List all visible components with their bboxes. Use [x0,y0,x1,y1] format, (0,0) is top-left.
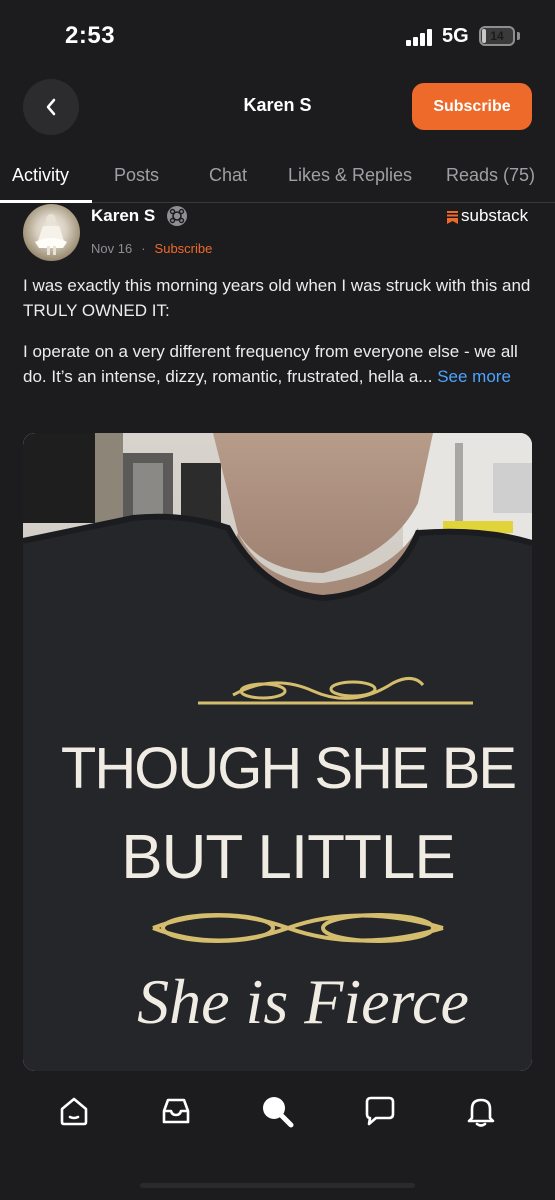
inbox-icon[interactable] [159,1094,193,1128]
status-time: 2:53 [65,22,116,49]
bottom-nav [0,1072,555,1200]
substack-brand: substack [447,206,528,226]
post-author[interactable]: Karen S [91,206,155,226]
tab-activity[interactable]: Activity [12,165,69,186]
home-indicator [140,1183,415,1188]
tab-chat[interactable]: Chat [209,165,247,186]
tab-reads[interactable]: Reads (75) [446,165,535,186]
subscribe-button[interactable]: Subscribe [412,83,532,130]
search-icon[interactable] [260,1094,294,1128]
bell-icon[interactable] [464,1094,498,1128]
chevron-left-icon [46,98,56,116]
avatar-image [35,214,67,255]
shirt-text-line3: She is Fierce [137,966,469,1037]
post-image[interactable]: THOUGH SHE BE BUT LITTLE She is Fierce [23,433,532,1071]
back-button[interactable] [23,79,79,135]
meta-separator: · [141,241,146,256]
signal-icon [406,28,436,46]
battery-level: 14 [490,29,504,43]
network-type: 5G [442,25,469,47]
post-date: Nov 16 [91,241,133,256]
status-bar: 2:53 5G 14 [0,0,555,70]
brand-name: substack [461,206,529,225]
post-paragraph-1: I was exactly this morning years old whe… [23,276,531,320]
post-meta: Nov 16 · Subscribe [91,241,212,256]
shirt-text-line1: THOUGH SHE BE [61,736,515,801]
post-paragraph-2: I operate on a very different frequency … [23,339,538,389]
tab-likes-replies[interactable]: Likes & Replies [288,165,412,186]
battery-cap [517,32,520,40]
badge-icon [167,206,187,226]
shirt-text-line2: BUT LITTLE [121,823,454,892]
battery-icon: 14 [479,26,515,46]
photo-illustration: THOUGH SHE BE BUT LITTLE She is Fierce [23,433,532,1071]
home-icon[interactable] [57,1094,91,1128]
profile-tabs: Activity Posts Chat Likes & Replies Read… [0,155,555,203]
subscribe-link[interactable]: Subscribe [155,241,213,256]
substack-logo-icon [447,210,458,224]
avatar[interactable] [23,204,80,261]
tab-posts[interactable]: Posts [114,165,159,186]
see-more-link[interactable]: See more [437,367,511,386]
chat-icon[interactable] [363,1094,397,1128]
active-tab-indicator [0,200,92,203]
